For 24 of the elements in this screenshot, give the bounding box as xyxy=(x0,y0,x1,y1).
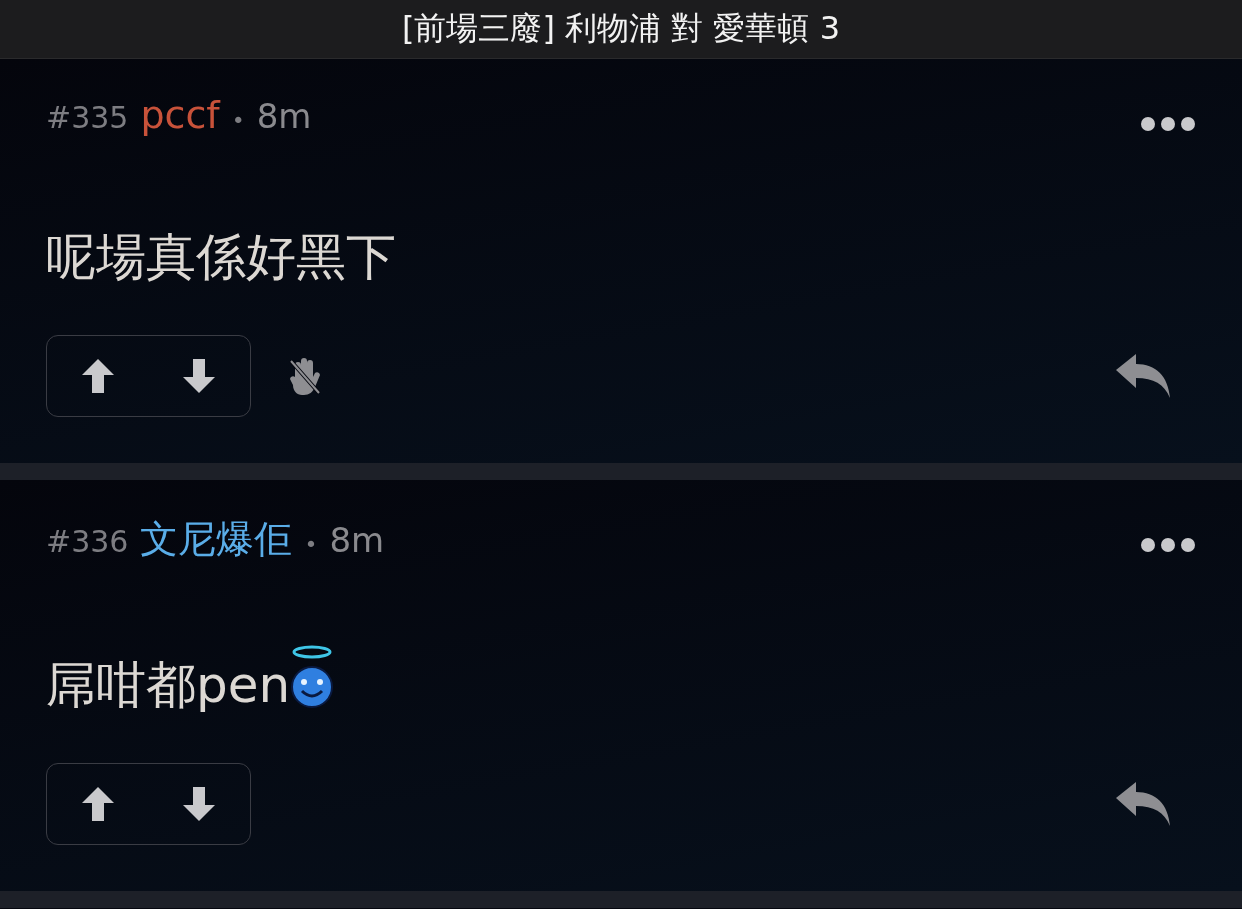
window-title: [前場三廢] 利物浦 對 愛華頓 3 xyxy=(402,8,840,49)
post-number: #335 xyxy=(46,100,129,135)
post-text: 屌咁都pen xyxy=(46,655,291,716)
reply-icon[interactable] xyxy=(1116,354,1170,398)
up-arrow-icon xyxy=(81,359,114,393)
downvote-button[interactable] xyxy=(183,359,216,393)
more-icon[interactable] xyxy=(1140,116,1196,132)
author-name[interactable]: pccf xyxy=(140,93,220,137)
post-time: 8m xyxy=(256,96,312,136)
separator-dot: • xyxy=(304,532,318,557)
up-arrow-icon xyxy=(81,787,114,821)
more-icon[interactable] xyxy=(1140,537,1196,553)
hand-slash-icon[interactable] xyxy=(287,357,321,395)
separator-dot: • xyxy=(231,108,245,133)
upvote-button[interactable] xyxy=(81,787,114,821)
author-name[interactable]: 文尼爆佢 xyxy=(140,514,293,565)
post-number: #336 xyxy=(46,524,129,559)
post-text: 呢場真係好黑下 xyxy=(46,227,396,288)
reply-icon[interactable] xyxy=(1116,782,1170,826)
down-arrow-icon xyxy=(183,787,216,821)
downvote-button[interactable] xyxy=(183,787,216,821)
down-arrow-icon xyxy=(183,359,216,393)
post-time: 8m xyxy=(329,520,385,560)
upvote-button[interactable] xyxy=(81,359,114,393)
